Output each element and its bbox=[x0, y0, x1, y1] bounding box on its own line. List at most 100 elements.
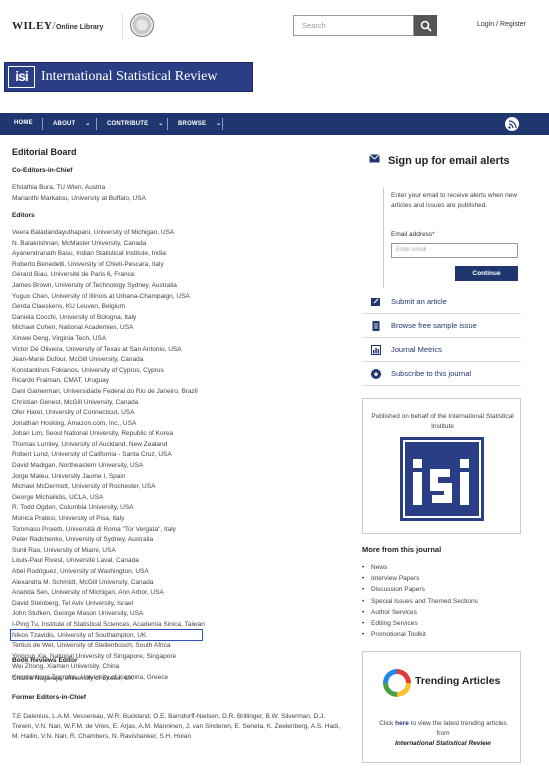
search-button[interactable] bbox=[414, 15, 437, 36]
document-icon bbox=[372, 321, 380, 331]
email-field[interactable]: Enter email bbox=[391, 243, 518, 258]
nav-browse-label: BROWSE bbox=[178, 121, 207, 127]
more-list-item[interactable]: Author Services bbox=[362, 607, 478, 618]
trending-here-link[interactable]: here bbox=[395, 720, 409, 727]
list-item: Abel Rodriguez, University of Washington… bbox=[12, 568, 149, 575]
list-item: James Brown, University of Technology Sy… bbox=[12, 281, 177, 289]
isi-logo: isi bbox=[8, 66, 35, 88]
nav-separator bbox=[96, 118, 97, 130]
journal-banner[interactable]: isi International Statistical Review bbox=[4, 62, 253, 92]
former-editors-heading: Former Editors-in-Chief bbox=[12, 694, 86, 701]
coeditors-list: Efstathia Bura, TU Wien, Austria Mariant… bbox=[12, 183, 146, 204]
wiley-brand: WILEY bbox=[12, 20, 53, 32]
more-list-item[interactable]: Special Issues and Themed Sections bbox=[362, 596, 478, 607]
login-register-link[interactable]: Login / Register bbox=[477, 21, 526, 28]
page-title: Editorial Board bbox=[12, 147, 77, 157]
top-bar: WILEY/Online Library Search Login / Regi… bbox=[0, 0, 549, 52]
list-item: Xinwei Deng, Virginia Tech, USA bbox=[12, 334, 107, 342]
editors-heading: Editors bbox=[12, 212, 35, 219]
more-list-item[interactable]: Interview Papers bbox=[362, 573, 478, 584]
list-item: Dani Gamerman, Universidade Federal do R… bbox=[12, 387, 198, 395]
list-item: Michael McDermott, University of Rochest… bbox=[12, 483, 156, 491]
list-item: Sunil Rao, University of Miami, USA bbox=[12, 546, 116, 554]
more-list-item[interactable]: Discussion Papers bbox=[362, 584, 478, 595]
editors-list: Veera Baladandayuthapani, University of … bbox=[12, 228, 205, 684]
nav-about-label: ABOUT bbox=[53, 121, 76, 127]
list-item: Gerda Claeskens, KU Leuven, Belgium bbox=[12, 303, 126, 311]
sample-issue-link[interactable]: Browse free sample issue bbox=[362, 314, 521, 338]
list-item: Victor De Oliveira, University of Texas … bbox=[12, 345, 182, 353]
list-item: Tommaso Proietti, Università di Roma "To… bbox=[12, 525, 176, 533]
trending-post: to view the latest trending articles fro… bbox=[408, 720, 507, 737]
list-item: Ananda Sen, University of Michigan, Ann … bbox=[12, 589, 164, 597]
more-list-item[interactable]: News bbox=[362, 562, 478, 573]
highlight-box bbox=[10, 629, 203, 641]
society-seal-icon bbox=[130, 13, 154, 37]
journal-metrics-link[interactable]: Journal Metrics bbox=[362, 338, 521, 362]
sidebar-link-label: Subscribe to this journal bbox=[391, 369, 472, 378]
list-item: Roberto Benedetti, University of Chieti-… bbox=[12, 260, 164, 268]
list-item: Monica Pratesi, University of Pisa, Ital… bbox=[12, 515, 125, 523]
published-by-text: Published on behalf of the International… bbox=[371, 413, 514, 430]
more-list-item[interactable]: Promotional Toolkit bbox=[362, 629, 478, 640]
more-list-item[interactable]: Editing Services bbox=[362, 618, 478, 629]
submit-article-link[interactable]: Submit an article bbox=[362, 290, 521, 314]
list-item: Veera Baladandayuthapani, University of … bbox=[12, 229, 175, 236]
trending-title: Trending Articles bbox=[415, 675, 501, 687]
online-library-label: Online Library bbox=[55, 24, 104, 31]
list-item: Thomas Lumley, University of Auckland, N… bbox=[12, 440, 168, 448]
list-item: Chaitra Nagaraja, University of Exeter, … bbox=[12, 675, 134, 682]
nav-contribute-label: CONTRIBUTE bbox=[107, 121, 149, 127]
nav-separator bbox=[42, 118, 43, 130]
list-item: Johan Lim, Seoul National University, Re… bbox=[12, 430, 174, 438]
email-label: Email address* bbox=[391, 231, 435, 238]
list-item: Michael Cohen, National Academies, USA bbox=[12, 324, 134, 332]
signup-divider bbox=[383, 188, 384, 288]
book-reviews-editor: Chaitra Nagaraja, University of Exeter, … bbox=[12, 674, 133, 685]
list-item: Tertius de Wet, University of Stellenbos… bbox=[12, 642, 171, 650]
list-item: Ofer Harel, University of Connecticut, U… bbox=[12, 409, 135, 417]
nav-browse[interactable]: BROWSE ⌄ bbox=[178, 120, 221, 127]
more-heading: More from this journal bbox=[362, 545, 442, 554]
list-item: Ayanendranath Basu, Indian Statistical I… bbox=[12, 250, 166, 258]
list-item: Louis-Paul Rivest, Université Laval, Can… bbox=[12, 557, 139, 565]
trending-ring-icon bbox=[383, 669, 411, 697]
chevron-down-icon: ⌄ bbox=[158, 121, 164, 127]
chevron-down-icon: ⌄ bbox=[85, 121, 91, 127]
list-item: Yuguo Chen, University of Illinois at Ur… bbox=[12, 292, 190, 300]
more-list: NewsInterview PapersDiscussion PapersSpe… bbox=[362, 562, 478, 641]
mail-icon bbox=[369, 154, 380, 163]
list-item: Jean-Marie Dufour, McGill University, Ca… bbox=[12, 356, 144, 364]
list-item: Jonathan Hosking, Amazon.com, Inc., USA bbox=[12, 419, 137, 427]
search-icon bbox=[420, 20, 432, 32]
sidebar-link-label: Journal Metrics bbox=[391, 345, 442, 354]
list-item: Alexandra M. Schmidt, McGill University,… bbox=[12, 578, 154, 586]
list-item: Jorge Mateu, University Jaume I, Spain bbox=[12, 472, 126, 480]
book-reviews-heading: Book Reviews Editor bbox=[12, 657, 78, 664]
nav-contribute[interactable]: CONTRIBUTE ⌄ bbox=[107, 120, 163, 127]
rss-icon[interactable] bbox=[505, 117, 519, 131]
chart-icon bbox=[371, 345, 381, 355]
nav-about[interactable]: ABOUT ⌄ bbox=[53, 120, 90, 127]
header-divider bbox=[122, 14, 123, 40]
subscribe-link[interactable]: Subscribe to this journal bbox=[362, 362, 521, 386]
list-item: John Stufken, George Mason University, U… bbox=[12, 610, 144, 618]
list-item: Peter Radchenko, University of Sydney, A… bbox=[12, 536, 154, 544]
journal-title: International Statistical Review bbox=[41, 69, 218, 84]
list-item: Marianthi Markatou, University at Buffal… bbox=[12, 194, 146, 202]
wiley-logo[interactable]: WILEY/Online Library bbox=[12, 20, 103, 32]
trending-text: Click here to view the latest trending a… bbox=[373, 719, 513, 749]
nav-home[interactable]: HOME bbox=[14, 120, 33, 126]
main-nav: HOME ABOUT ⌄ CONTRIBUTE ⌄ BROWSE ⌄ bbox=[0, 113, 549, 135]
list-item: David Madigan, Northeastern University, … bbox=[12, 462, 144, 470]
list-item: Gérard Biau, Université de Paris 6, Fran… bbox=[12, 271, 135, 279]
search-input[interactable]: Search bbox=[293, 15, 414, 36]
continue-button[interactable]: Continue bbox=[455, 266, 518, 281]
nav-separator bbox=[222, 118, 223, 130]
nav-separator bbox=[167, 118, 168, 130]
list-item: Christian Genest, McGill University, Can… bbox=[12, 398, 139, 406]
plus-circle-icon bbox=[371, 369, 381, 379]
society-panel: Published on behalf of the International… bbox=[362, 398, 521, 534]
isi-society-logo[interactable] bbox=[400, 437, 484, 521]
list-item: David Steinberg, Tel Aviv University, Is… bbox=[12, 599, 134, 607]
